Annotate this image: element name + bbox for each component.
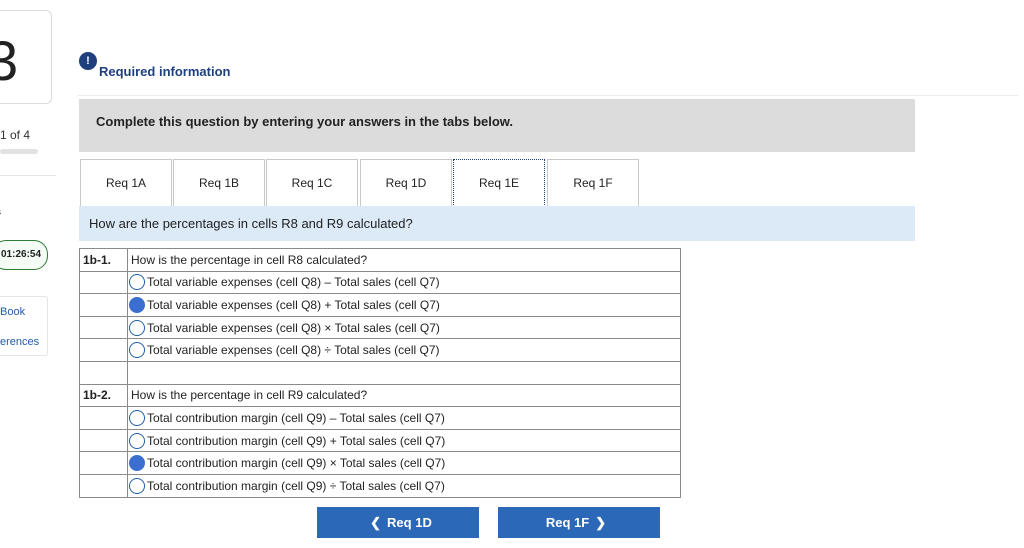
next-req-button[interactable]: Req 1F ❯ — [498, 507, 660, 538]
radio-button[interactable] — [129, 432, 145, 449]
chevron-right-icon: ❯ — [595, 515, 607, 530]
option-label: Total contribution margin (cell Q9) × To… — [147, 456, 446, 471]
sidebar-divider — [0, 175, 56, 176]
tab-req-1c[interactable]: Req 1C — [266, 159, 358, 206]
table-row: Total contribution margin (cell Q9) × To… — [79, 451, 681, 475]
instructions-text: Complete this question by entering your … — [96, 114, 514, 129]
radio-button[interactable] — [129, 342, 145, 359]
table-row: Total variable expenses (cell Q8) × Tota… — [79, 315, 681, 340]
table-row: 1b-1. How is the percentage in cell R8 c… — [79, 248, 681, 272]
answer-option[interactable]: Total contribution margin (cell Q9) ÷ To… — [127, 473, 681, 498]
table-row: Total variable expenses (cell Q8) + Tota… — [79, 293, 681, 317]
question-text: How are the percentages in cells R8 and … — [89, 216, 413, 231]
option-label: Total contribution margin (cell Q9) + To… — [147, 433, 446, 448]
required-information-link[interactable]: Required information — [99, 64, 230, 79]
table-row: Total contribution margin (cell Q9) ÷ To… — [79, 473, 681, 498]
table-row-spacer — [79, 360, 681, 385]
table-row: 1b-2. How is the percentage in cell R9 c… — [79, 383, 681, 408]
question-progress-text: 1 of 4 — [0, 128, 31, 142]
next-req-label: Req 1F — [545, 515, 590, 530]
info-icon: ! — [79, 52, 97, 70]
table-row: Total variable expenses (cell Q8) – Tota… — [79, 270, 681, 295]
radio-button-selected[interactable] — [129, 455, 145, 472]
option-label: Total contribution margin (cell Q9) ÷ To… — [147, 478, 445, 493]
ebook-link[interactable]: Book — [0, 306, 25, 318]
option-label: Total variable expenses (cell Q8) – Tota… — [147, 275, 440, 290]
answer-option[interactable]: Total variable expenses (cell Q8) + Tota… — [127, 293, 681, 317]
answer-table: 1b-1. How is the percentage in cell R8 c… — [79, 248, 681, 498]
radio-button[interactable] — [129, 409, 145, 426]
question-progress-bar — [0, 149, 38, 154]
part-label: 1b-2. — [79, 383, 128, 408]
option-label: Total variable expenses (cell Q8) + Tota… — [147, 297, 440, 312]
references-link[interactable]: erences — [0, 336, 39, 348]
sidebar-points-text: s — [0, 207, 1, 218]
question-bar: How are the percentages in cells R8 and … — [79, 206, 915, 241]
answer-option[interactable]: Total contribution margin (cell Q9) × To… — [127, 451, 681, 475]
tab-req-1a[interactable]: Req 1A — [80, 159, 172, 206]
answer-option[interactable]: Total variable expenses (cell Q8) ÷ Tota… — [127, 338, 681, 362]
prev-req-label: Req 1D — [387, 515, 432, 530]
table-row: Total contribution margin (cell Q9) – To… — [79, 406, 681, 430]
question-number: 3 — [0, 29, 19, 92]
answer-option[interactable]: Total variable expenses (cell Q8) – Tota… — [127, 270, 681, 295]
answer-option[interactable]: Total contribution margin (cell Q9) – To… — [127, 406, 681, 430]
question-number-box: 3 — [0, 10, 52, 104]
radio-button-selected[interactable] — [129, 296, 145, 313]
instructions-banner: Complete this question by entering your … — [79, 99, 915, 152]
answer-option[interactable]: Total variable expenses (cell Q8) × Tota… — [127, 315, 681, 340]
tab-req-1f[interactable]: Req 1F — [547, 159, 639, 206]
table-row: Total variable expenses (cell Q8) ÷ Tota… — [79, 338, 681, 362]
answer-option[interactable]: Total contribution margin (cell Q9) + To… — [127, 428, 681, 453]
truncated-question-title: 1. How are the percentages in cells R8 a… — [96, 39, 516, 47]
option-label: Total variable expenses (cell Q8) ÷ Tota… — [147, 343, 440, 358]
header-divider — [78, 95, 1018, 96]
option-label: Total variable expenses (cell Q8) × Tota… — [147, 320, 440, 335]
radio-button[interactable] — [129, 319, 145, 336]
tab-req-1e[interactable]: Req 1E — [453, 159, 545, 205]
tab-req-1d[interactable]: Req 1D — [360, 159, 452, 206]
radio-button[interactable] — [129, 477, 145, 494]
radio-button[interactable] — [129, 274, 145, 291]
part-label: 1b-1. — [79, 248, 128, 272]
prev-req-button[interactable]: ❮ Req 1D — [317, 507, 479, 538]
timer-badge: 01:26:54 — [0, 240, 48, 270]
part-prompt: How is the percentage in cell R8 calcula… — [127, 248, 681, 272]
part-prompt: How is the percentage in cell R9 calcula… — [127, 383, 681, 408]
chevron-left-icon: ❮ — [370, 515, 382, 530]
table-row: Total contribution margin (cell Q9) + To… — [79, 428, 681, 453]
tab-req-1b[interactable]: Req 1B — [173, 159, 265, 206]
option-label: Total contribution margin (cell Q9) – To… — [147, 410, 445, 425]
